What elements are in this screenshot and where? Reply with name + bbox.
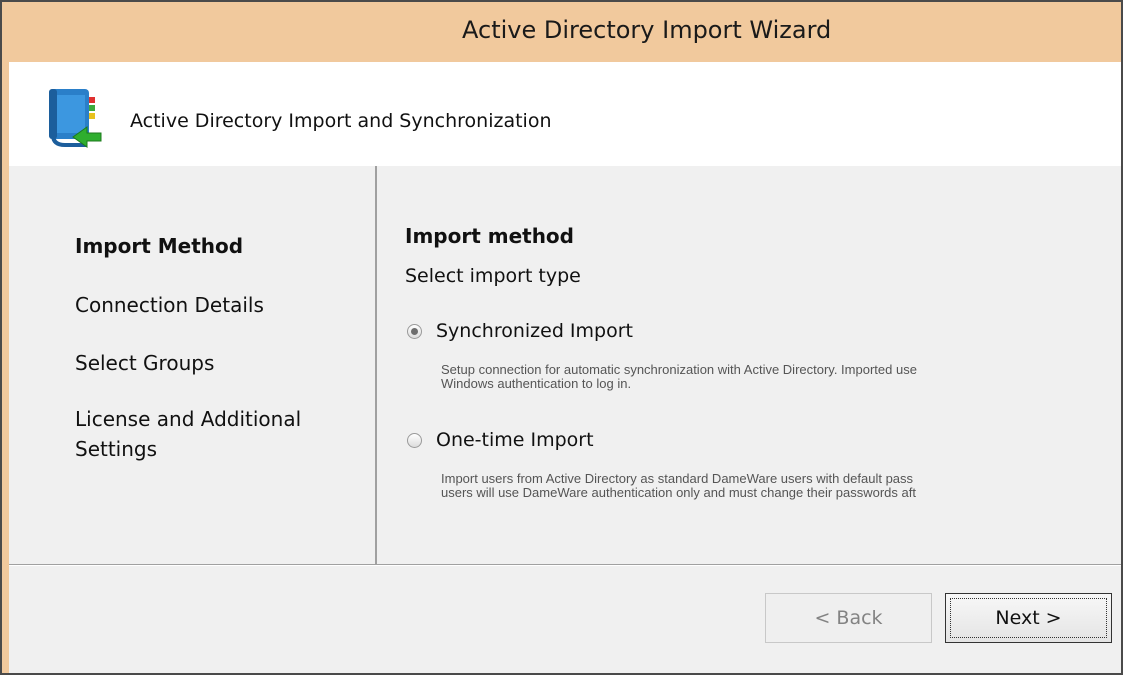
wizard-steps-panel: Import Method Connection Details Select … — [9, 166, 377, 564]
one-time-import-radio[interactable] — [407, 432, 422, 448]
step-import-method: Import Method — [75, 234, 244, 258]
next-button[interactable]: Next > — [945, 593, 1112, 643]
page-subheading: Select import type — [405, 265, 581, 287]
synchronized-import-description: Setup connection for automatic synchroni… — [441, 363, 1121, 391]
footer-divider-highlight — [9, 565, 1121, 566]
window-title: Active Directory Import Wizard — [462, 16, 832, 44]
one-time-import-description-line1: Import users from Active Directory as st… — [441, 471, 914, 486]
one-time-import-option[interactable]: One-time Import — [407, 429, 594, 451]
back-button[interactable]: < Back — [765, 593, 932, 643]
one-time-import-label[interactable]: One-time Import — [436, 429, 594, 451]
one-time-import-description: Import users from Active Directory as st… — [441, 472, 1121, 500]
title-bar[interactable]: Active Directory Import Wizard — [2, 2, 1121, 60]
synchronized-import-option[interactable]: Synchronized Import — [407, 320, 633, 342]
synchronized-import-radio[interactable] — [407, 323, 422, 339]
wizard-banner: Active Directory Import and Synchronizat… — [9, 62, 1121, 166]
synchronized-import-description-line1: Setup connection for automatic synchroni… — [441, 362, 917, 377]
synchronized-import-description-line2: Windows authentication to log in. — [441, 376, 632, 391]
step-select-groups: Select Groups — [75, 351, 215, 375]
page-heading: Import method — [405, 224, 574, 248]
synchronized-import-label[interactable]: Synchronized Import — [436, 320, 633, 342]
step-license-settings: License and Additional — [75, 407, 302, 431]
banner-title: Active Directory Import and Synchronizat… — [130, 110, 552, 132]
step-connection-details: Connection Details — [75, 293, 264, 317]
one-time-import-description-line2: users will use DameWare authentication o… — [441, 485, 916, 500]
step-license-settings-line2: Settings — [75, 437, 158, 461]
wizard-content: Import method Select import type Synchro… — [379, 166, 1121, 564]
dialog-client: Active Directory Import and Synchronizat… — [9, 62, 1121, 673]
address-book-import-icon — [49, 89, 102, 148]
wizard-window: Active Directory Import Wizard Active Di… — [0, 0, 1123, 675]
focus-rectangle — [950, 598, 1107, 638]
